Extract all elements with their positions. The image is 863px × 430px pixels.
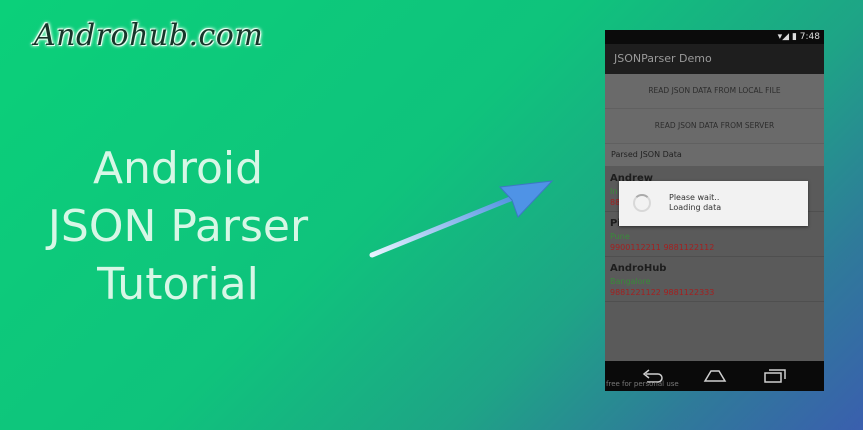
dialog-title: Please wait.. [669, 193, 720, 202]
parsed-data-header: Parsed JSON Data [605, 144, 824, 167]
dialog-text: Please wait.. Loading data [669, 193, 721, 213]
title-line-android: Android [92, 143, 264, 194]
home-icon[interactable] [703, 368, 727, 384]
title-line-tutorial: Tutorial [97, 259, 259, 310]
phone-screenshot: ▾◢ ▮ 7:48 JSONParser Demo READ JSON DATA… [605, 30, 824, 391]
arrow-icon [369, 180, 554, 258]
app-title: JSONParser Demo [605, 44, 824, 74]
status-time: 7:48 [799, 32, 820, 42]
item-phone: 9881221122 9881122333 [610, 288, 715, 297]
item-city: Pune [610, 232, 630, 241]
title-line-json-parser: JSON Parser [47, 201, 309, 252]
loading-dialog: Please wait.. Loading data [619, 181, 808, 226]
read-server-button[interactable]: READ JSON DATA FROM SERVER [605, 109, 824, 144]
dialog-message: Loading data [669, 203, 722, 212]
item-name: AndroHub [610, 263, 667, 274]
signal-icon: ▾◢ ▮ [777, 32, 800, 42]
recent-apps-icon[interactable] [763, 368, 787, 384]
nav-bar: free for personal use [605, 361, 824, 391]
read-local-file-button[interactable]: READ JSON DATA FROM LOCAL FILE [605, 74, 824, 109]
tutorial-title: Android JSON Parser Tutorial [0, 140, 356, 314]
item-city: Bangalore [610, 277, 651, 286]
item-phone: 9900112211 9881122112 [610, 243, 715, 252]
status-bar: ▾◢ ▮ 7:48 [605, 30, 824, 44]
androhub-logo: Androhub.com [34, 18, 264, 53]
watermark: free for personal use [606, 380, 679, 388]
loading-spinner-icon [633, 194, 651, 212]
list-item[interactable]: AndroHub Bangalore 9881221122 9881122333 [605, 257, 824, 302]
